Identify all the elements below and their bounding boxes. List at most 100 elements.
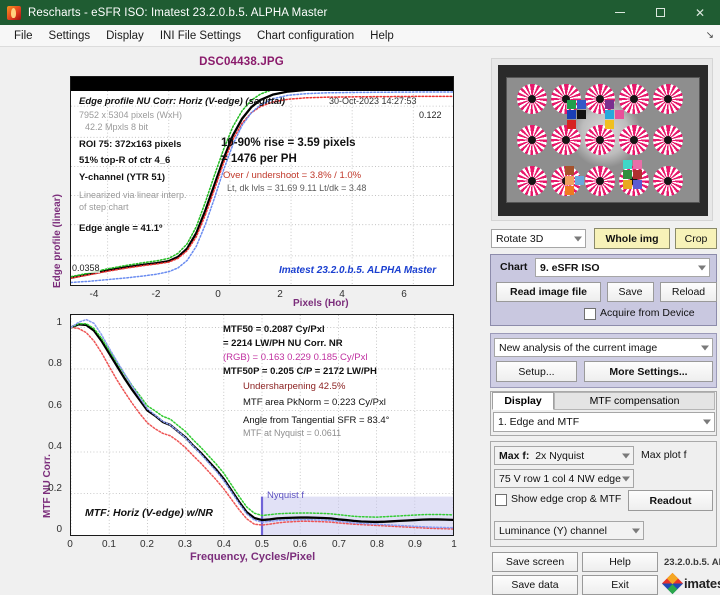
mtf-xtick-0.1: 0.1	[102, 539, 116, 550]
read-image-file-label: Read image file	[509, 286, 588, 298]
reload-button[interactable]: Reload	[660, 282, 717, 302]
chevron-down-icon	[632, 528, 640, 533]
acquire-from-device-checkbox[interactable]	[584, 308, 596, 320]
max-f-text: Max f: 2x Nyquist	[499, 450, 584, 462]
mtf-ytick-0.8: 0.8	[48, 358, 62, 369]
imatest-wordmark: imatest®	[684, 576, 720, 591]
exit-label: Exit	[611, 579, 629, 591]
color-patch	[623, 180, 632, 189]
save-screen-label: Save screen	[505, 556, 565, 568]
channel-select-value: Luminance (Y) channel	[499, 524, 607, 537]
color-patch	[575, 176, 584, 185]
tab-display[interactable]: Display	[492, 392, 554, 410]
chart-label: Chart	[500, 261, 528, 273]
setup-label: Setup...	[518, 365, 555, 378]
read-image-file-button[interactable]: Read image file	[496, 282, 601, 302]
mtf-ytick-1: 1	[56, 317, 62, 328]
mtf-xtick-0.3: 0.3	[178, 539, 192, 550]
setup-button[interactable]: Setup...	[496, 361, 577, 382]
reload-label: Reload	[671, 286, 706, 298]
crop-button[interactable]: Crop	[675, 228, 717, 249]
edge-angle: Edge angle = 41.1º	[79, 223, 163, 234]
edge-date: 30-Oct-2023 14:27:53	[329, 96, 417, 106]
show-edge-crop-label: Show edge crop & MTF	[511, 493, 622, 505]
menu-chart-configuration[interactable]: Chart configuration	[249, 28, 362, 44]
analysis-select[interactable]: New analysis of the current image	[494, 338, 713, 357]
readout-button[interactable]: Readout	[628, 490, 713, 511]
mtf-ytick-0.6: 0.6	[48, 400, 62, 411]
save-data-label: Save data	[511, 579, 559, 591]
edge-roi-position: 51% top-R of ctr 4_6	[79, 155, 171, 166]
menu-settings[interactable]: Settings	[41, 28, 99, 44]
mtf50: MTF50 = 0.2087 Cy/Pxl	[223, 324, 325, 335]
more-settings-button[interactable]: More Settings...	[584, 361, 713, 382]
edge-select[interactable]: 75 V row 1 col 4 NW edge	[494, 469, 634, 488]
rotate-3d-select[interactable]: Rotate 3D	[491, 229, 586, 248]
chart-thumbnail[interactable]	[491, 58, 713, 221]
tab-display-label: Display	[504, 395, 542, 407]
menu-overflow-icon[interactable]: ↘	[706, 30, 714, 41]
color-patch	[567, 110, 576, 119]
menu-ini-file-settings[interactable]: INI File Settings	[152, 28, 249, 44]
esfr-iso-chart	[506, 77, 700, 203]
rotate-3d-value: Rotate 3D	[496, 232, 544, 245]
max-f-select[interactable]: Max f: 2x Nyquist	[494, 446, 634, 465]
plot-pane: DSC04438.JPG Edge profile (linear) Edge …	[0, 48, 483, 573]
edge-header: Edge profile NU Corr: Horiz (V-edge) (sa…	[79, 96, 286, 107]
save-button[interactable]: Save	[607, 282, 654, 302]
edge-profile-axes: Edge profile NU Corr: Horiz (V-edge) (sa…	[70, 76, 454, 286]
tab-mtf-compensation-label: MTF compensation	[589, 395, 680, 407]
chart-select[interactable]: 9. eSFR ISO	[535, 258, 710, 277]
mtf-xtick-0.6: 0.6	[293, 539, 307, 550]
menu-help[interactable]: Help	[362, 28, 402, 44]
edge-overshoot: Over / undershoot = 3.8% / 1.0%	[223, 170, 362, 181]
edge-xtick-2: 2	[277, 289, 283, 300]
save-data-button[interactable]: Save data	[492, 575, 578, 595]
mtf-xtick-0.4: 0.4	[217, 539, 231, 550]
chevron-down-icon	[703, 419, 711, 425]
whole-img-button[interactable]: Whole img	[594, 228, 670, 249]
help-button[interactable]: Help	[582, 552, 658, 572]
menu-display[interactable]: Display	[98, 28, 152, 44]
siemens-star	[585, 166, 615, 196]
mtf50-lwph: = 2214 LW/PH NU Corr. NR	[223, 338, 343, 349]
max-f-label: Max f:	[499, 449, 530, 462]
save-screen-button[interactable]: Save screen	[492, 552, 578, 572]
show-edge-crop-checkbox[interactable]	[495, 494, 507, 506]
mtf-xtick-1: 1	[451, 539, 457, 550]
imatest-logo: imatest®	[661, 572, 720, 595]
exit-button[interactable]: Exit	[582, 575, 658, 595]
menu-file[interactable]: File	[6, 28, 41, 44]
siemens-star	[551, 125, 581, 155]
imatest-diamond-icon	[661, 572, 684, 595]
crop-label: Crop	[684, 232, 708, 245]
minimize-button[interactable]	[600, 0, 640, 25]
maximize-button[interactable]	[640, 0, 680, 25]
edge-image-size: 7952 x 5304 pixels (WxH)	[79, 110, 183, 120]
mtf-at-nyquist: MTF at Nyquist = 0.0611	[243, 428, 342, 438]
edge-dark-strip	[71, 77, 453, 91]
chevron-down-icon	[622, 476, 630, 481]
siemens-star	[653, 84, 683, 114]
save-label: Save	[618, 286, 643, 298]
edge-channel: Y-channel (YTR 51)	[79, 172, 166, 183]
chart-thumbnail-image	[498, 65, 708, 216]
edge-x-axis-label: Pixels (Hor)	[293, 298, 349, 309]
color-patch	[605, 110, 614, 119]
chevron-down-icon	[701, 345, 709, 350]
edge-roi: ROI 75: 372x163 pixels	[79, 139, 182, 150]
help-label: Help	[609, 556, 631, 568]
color-patch	[567, 100, 576, 109]
siemens-star	[517, 125, 547, 155]
channel-select[interactable]: Luminance (Y) channel	[494, 521, 644, 540]
app-icon	[7, 5, 21, 20]
mtf-ytick-0.2: 0.2	[48, 483, 62, 494]
version-text: 23.2.0.b.5. ALPHA	[664, 557, 720, 568]
close-icon[interactable]: ✕	[680, 0, 720, 25]
mtf-angle-tangential: Angle from Tangential SFR = 83.4°	[243, 415, 390, 426]
color-patch	[623, 170, 632, 179]
siemens-star	[517, 84, 547, 114]
tab-mtf-compensation[interactable]: MTF compensation	[554, 392, 715, 410]
display-mode-select[interactable]: 1. Edge and MTF	[493, 412, 715, 432]
color-patch	[565, 186, 574, 195]
